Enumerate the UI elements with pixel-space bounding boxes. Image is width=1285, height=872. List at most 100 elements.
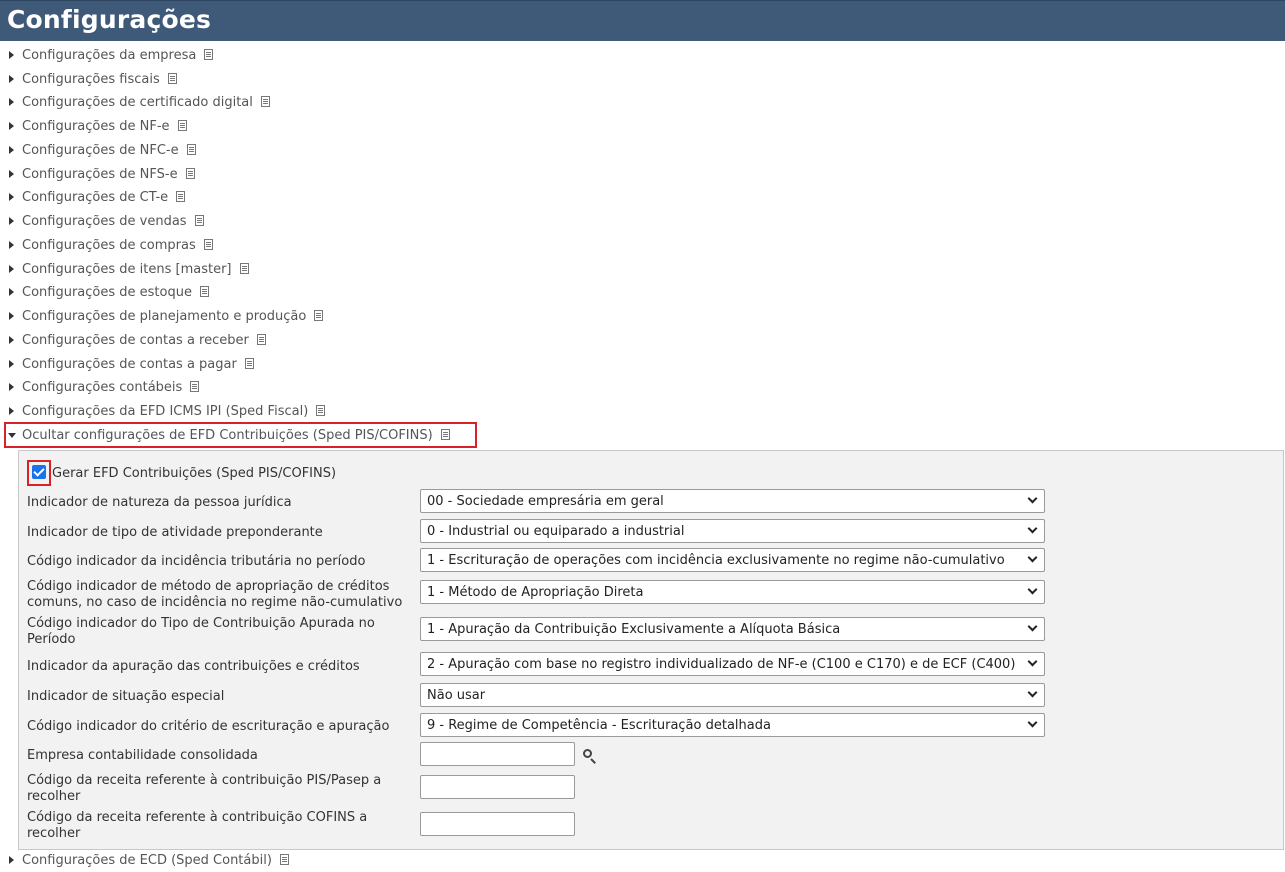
document-icon[interactable] <box>176 191 186 202</box>
tipo-contribuicao-select[interactable]: 1 - Apuração da Contribuição Exclusivame… <box>420 617 1045 641</box>
label-line: Código indicador de método de apropriaçã… <box>27 579 390 594</box>
criterio-escrituracao-select[interactable]: 9 - Regime de Competência - Escrituração… <box>420 713 1045 737</box>
label-line: recolher <box>27 826 81 841</box>
menu-item-label: Configurações de contas a receber <box>22 333 249 348</box>
document-icon[interactable] <box>279 854 289 865</box>
chevron-down-icon <box>1027 621 1038 632</box>
document-icon[interactable] <box>260 96 270 107</box>
select-value: 1 - Escrituração de operações com incidê… <box>427 553 1005 568</box>
criterio-escrituracao-label: Código indicador do critério de escritur… <box>27 719 390 734</box>
highlight-frame <box>4 422 477 448</box>
menu-item-label: Configurações de planejamento e produção <box>22 309 307 324</box>
document-icon[interactable] <box>194 215 204 226</box>
label-line: Código indicador do Tipo de Contribuição… <box>27 616 375 631</box>
chevron-down-icon <box>1027 584 1038 595</box>
empresa-consolidada-label: Empresa contabilidade consolidada <box>27 748 258 763</box>
checkbox-icon[interactable] <box>32 465 46 479</box>
expand-arrow-icon <box>9 122 14 130</box>
menu-item-label: Configurações de NFS-e <box>22 167 178 182</box>
expand-arrow-icon <box>9 193 14 201</box>
document-icon[interactable] <box>185 168 195 179</box>
expand-arrow-icon <box>9 360 14 368</box>
document-icon[interactable] <box>186 144 196 155</box>
menu-item-label: Configurações de contas a pagar <box>22 357 237 372</box>
document-icon[interactable] <box>204 49 214 60</box>
expand-arrow-icon <box>9 288 14 296</box>
chevron-down-icon <box>1027 552 1038 563</box>
document-icon[interactable] <box>203 239 213 250</box>
document-icon[interactable] <box>316 405 326 416</box>
document-icon[interactable] <box>244 358 254 369</box>
natureza-label: Indicador de natureza da pessoa jurídica <box>27 495 292 510</box>
document-icon[interactable] <box>256 334 266 345</box>
page-header: Configurações <box>0 0 1285 41</box>
metodo-apropriacao-label: Código indicador de método de apropriaçã… <box>27 579 402 611</box>
document-icon[interactable] <box>167 73 177 84</box>
select-value: 00 - Sociedade empresária em geral <box>427 494 664 509</box>
receita-pis-input[interactable] <box>420 775 575 799</box>
menu-item-label: Configurações de CT-e <box>22 190 169 205</box>
atividade-label: Indicador de tipo de atividade preponder… <box>27 525 323 540</box>
expand-arrow-icon <box>9 241 14 249</box>
tipo-contribuicao-label: Código indicador do Tipo de Contribuição… <box>27 616 375 648</box>
natureza-select[interactable]: 00 - Sociedade empresária em geral <box>420 489 1045 513</box>
highlight-frame <box>27 460 51 486</box>
document-icon[interactable] <box>239 263 249 274</box>
expand-arrow-icon <box>9 407 14 415</box>
situacao-especial-label: Indicador de situação especial <box>27 689 225 704</box>
expand-arrow-icon <box>9 217 14 225</box>
menu-item-label: Configurações de NFC-e <box>22 143 179 158</box>
efd-contribuicoes-panel: Gerar EFD Contribuições (Sped PIS/COFINS… <box>18 450 1284 850</box>
menu-item-label: Configurações de estoque <box>22 285 192 300</box>
expand-arrow-icon <box>9 51 14 59</box>
document-icon[interactable] <box>190 381 200 392</box>
situacao-especial-select[interactable]: Não usar <box>420 683 1045 707</box>
document-icon[interactable] <box>177 120 187 131</box>
menu-item-label: Configurações da EFD ICMS IPI (Sped Fisc… <box>22 404 309 419</box>
gerar-efd-label[interactable]: Gerar EFD Contribuições (Sped PIS/COFINS… <box>52 466 336 481</box>
search-icon[interactable] <box>582 748 598 764</box>
chevron-down-icon <box>1027 493 1038 504</box>
receita-pis-label: Código da receita referente à contribuiç… <box>27 773 381 805</box>
expand-arrow-icon <box>9 856 14 864</box>
incidencia-label: Código indicador da incidência tributári… <box>27 554 366 569</box>
menu-item-label: Configurações de ECD (Sped Contábil) <box>22 853 272 868</box>
menu-item-label: Configurações de compras <box>22 238 196 253</box>
chevron-down-icon <box>1027 656 1038 667</box>
menu-item-label: Configurações de itens [master] <box>22 262 232 277</box>
select-value: 2 - Apuração com base no registro indivi… <box>427 657 1016 672</box>
select-value: 9 - Regime de Competência - Escrituração… <box>427 718 771 733</box>
label-line: Período <box>27 632 76 647</box>
label-line: Código da receita referente à contribuiç… <box>27 773 382 788</box>
receita-cofins-label: Código da receita referente à contribuiç… <box>27 810 367 842</box>
label-line: Código da receita referente à contribuiç… <box>27 810 368 825</box>
menu-item-label: Configurações de vendas <box>22 214 187 229</box>
menu-item-label: Configurações de certificado digital <box>22 95 253 110</box>
label-line: comuns, no caso de incidência no regime … <box>27 595 403 610</box>
select-value: 1 - Método de Apropriação Direta <box>427 585 644 600</box>
receita-cofins-input[interactable] <box>420 812 575 836</box>
metodo-apropriacao-select[interactable]: 1 - Método de Apropriação Direta <box>420 580 1045 604</box>
expand-arrow-icon <box>9 98 14 106</box>
menu-item-label: Configurações de NF-e <box>22 119 170 134</box>
select-value: 1 - Apuração da Contribuição Exclusivame… <box>427 622 841 637</box>
incidencia-select[interactable]: 1 - Escrituração de operações com incidê… <box>420 548 1045 572</box>
chevron-down-icon <box>1027 687 1038 698</box>
expand-arrow-icon <box>9 312 14 320</box>
apuracao-label: Indicador da apuração das contribuições … <box>27 659 360 674</box>
apuracao-select[interactable]: 2 - Apuração com base no registro indivi… <box>420 652 1045 676</box>
menu-item-label: Configurações da empresa <box>22 48 197 63</box>
chevron-down-icon <box>1027 523 1038 534</box>
expand-arrow-icon <box>9 336 14 344</box>
menu-item-label: Configurações contábeis <box>22 380 183 395</box>
label-line: recolher <box>27 789 81 804</box>
page-title: Configurações <box>7 5 212 34</box>
expand-arrow-icon <box>9 170 14 178</box>
atividade-select[interactable]: 0 - Industrial ou equiparado a industria… <box>420 519 1045 543</box>
expand-arrow-icon <box>9 383 14 391</box>
expand-arrow-icon <box>9 75 14 83</box>
document-icon[interactable] <box>199 286 209 297</box>
empresa-consolidada-input[interactable] <box>420 742 575 766</box>
menu-item-label: Configurações fiscais <box>22 72 160 87</box>
document-icon[interactable] <box>314 310 324 321</box>
